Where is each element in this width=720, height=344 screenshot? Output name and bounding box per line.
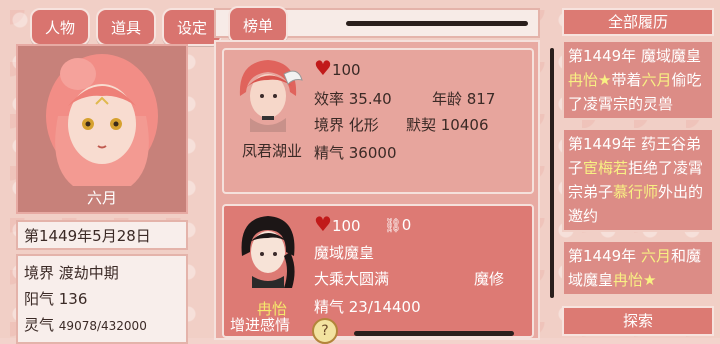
bond: 默契 10406 bbox=[406, 116, 489, 134]
jingqi: 精气 36000 bbox=[314, 144, 397, 162]
realm: 境界 化形 bbox=[314, 116, 379, 134]
lingqi-label: 灵气 bbox=[24, 316, 55, 334]
help-icon[interactable]: ? bbox=[312, 318, 338, 344]
improve-relationship-button[interactable]: 增进感情 bbox=[224, 314, 316, 340]
character-card[interactable]: 冉怡 ♥100 ⛓0 魔域魔皇 大乘大圆满 魔修 精气 23/14400 增进感… bbox=[222, 204, 534, 344]
player-stats: 境界 渡劫中期 阳气 136 灵气 49078/432000 bbox=[16, 254, 188, 344]
tab-items[interactable]: 道具 bbox=[96, 8, 156, 46]
player-yang: 阳气 136 bbox=[24, 290, 88, 308]
affection-value: 100 bbox=[331, 61, 361, 79]
history-item: 第1449年 六月和魔域魔皇冉怡★ bbox=[562, 240, 714, 296]
history-header[interactable]: 全部履历 bbox=[562, 8, 714, 36]
realm: 大乘大圆满 bbox=[314, 270, 390, 288]
efficiency: 效率 35.40 bbox=[314, 90, 392, 108]
bond-count-value: 0 bbox=[401, 216, 412, 234]
bond-count: ⛓0 bbox=[384, 216, 411, 234]
affection-value: 100 bbox=[331, 217, 361, 235]
character-card[interactable]: 凤君湖业 ♥100 效率 35.40 年龄 817 境界 化形 默契 10406… bbox=[222, 48, 534, 194]
player-portrait[interactable]: 六月 bbox=[16, 44, 188, 214]
character-avatar bbox=[232, 212, 304, 288]
middle-topbar: 榜单 bbox=[214, 6, 540, 44]
heart-icon: ♥ bbox=[314, 212, 332, 236]
player-name: 六月 bbox=[86, 189, 117, 207]
affection: ♥100 bbox=[314, 214, 361, 235]
affection: ♥100 bbox=[314, 58, 361, 79]
character-name: 凤君湖业 bbox=[241, 142, 302, 160]
history-item: 第1449年 魔域魔皇冉怡★带着六月偷吃了凌霄宗的灵兽 bbox=[562, 40, 714, 120]
explore-button[interactable]: 探索 bbox=[562, 306, 714, 336]
history-item: 第1449年 药王谷弟子宦梅若拒绝了凌霄宗弟子慕行师外出的邀约 bbox=[562, 128, 714, 232]
lingqi-value: 49078/432000 bbox=[58, 319, 147, 333]
character-avatar bbox=[232, 56, 304, 132]
tab-rankings[interactable]: 榜单 bbox=[228, 6, 288, 44]
history-scrollbar[interactable] bbox=[550, 48, 554, 298]
player-portrait-image bbox=[46, 54, 158, 186]
age: 年龄 817 bbox=[432, 90, 496, 108]
jingqi: 精气 23/14400 bbox=[314, 298, 421, 316]
player-realm: 境界 渡劫中期 bbox=[24, 264, 119, 282]
handcuffs-icon: ⛓ bbox=[384, 218, 402, 234]
role: 魔修 bbox=[474, 270, 505, 288]
tab-settings[interactable]: 设定 bbox=[162, 8, 222, 46]
scrollbar[interactable] bbox=[346, 21, 528, 26]
top-nav: 人物 道具 设定 bbox=[30, 8, 222, 46]
tab-characters[interactable]: 人物 bbox=[30, 8, 90, 46]
game-date: 第1449年5月28日 bbox=[16, 220, 188, 250]
heart-icon: ♥ bbox=[314, 56, 332, 80]
player-lingqi: 灵气 49078/432000 bbox=[24, 312, 180, 339]
title: 魔域魔皇 bbox=[314, 244, 375, 262]
history-list[interactable]: 第1449年 魔域魔皇冉怡★带着六月偷吃了凌霄宗的灵兽 第1449年 药王谷弟子… bbox=[562, 40, 714, 302]
scrollbar[interactable] bbox=[354, 331, 514, 336]
